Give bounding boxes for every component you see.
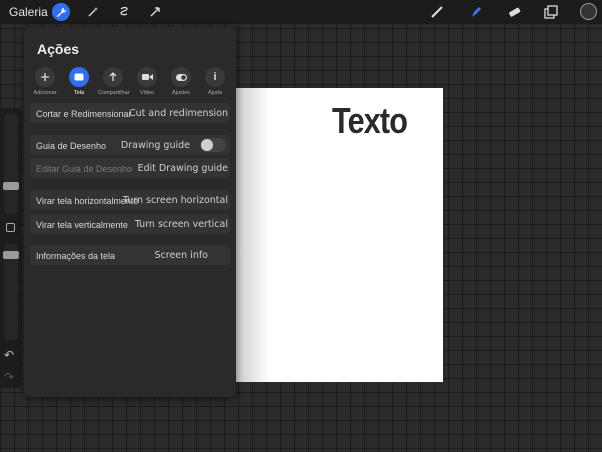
tab-help-label: Ajuda [207,90,223,96]
canvas-info-item[interactable]: Informações da tela Screen info [30,245,230,265]
magic-wand-icon[interactable] [84,3,102,21]
wrench-icon[interactable] [52,3,70,21]
gallery-button[interactable]: Galeria [9,5,48,19]
edit-drawing-guide-annotation: Edit Drawing guide [137,163,228,174]
tab-settings[interactable]: Ajustes [166,67,196,96]
share-icon [103,67,123,87]
panel-title: Ações [37,41,80,57]
color-icon[interactable] [580,3,597,20]
actions-panel: Ações Adicionar Tela Compartilhar Vídeo … [24,27,236,397]
crop-resize-annotation: Cut and redimension [128,108,228,119]
toggle-icon [171,67,191,87]
canvas-text: Texto [332,100,408,141]
tab-share[interactable]: Compartilhar [98,67,130,96]
left-sidebar: ↶ ↷ [0,108,22,388]
video-icon [137,67,157,87]
modify-button[interactable] [6,223,15,232]
tab-canvas[interactable]: Tela [64,67,94,96]
crop-resize-item[interactable]: Cortar e Redimensionar Cut and redimensi… [30,103,230,123]
layers-icon[interactable] [542,3,560,21]
flip-vertical-annotation: Turn screen vertical [134,219,228,230]
canvas-info-label: Informações da tela [36,251,116,261]
drawing-guide-toggle[interactable] [200,138,226,152]
drawing-guide-item[interactable]: Guia de Desenho Drawing guide [30,135,230,155]
tab-video[interactable]: Vídeo [132,67,162,96]
eraser-icon[interactable] [505,3,523,21]
flip-horizontal-item[interactable]: Virar tela horizontalmente Turn screen h… [30,190,230,210]
selection-icon[interactable] [115,3,133,21]
crop-resize-label: Cortar e Redimensionar [36,109,132,119]
flip-horizontal-annotation: Turn screen horizontal [122,195,228,206]
canvas-icon [69,67,89,87]
opacity-handle[interactable] [3,251,19,259]
tab-add[interactable]: Adicionar [30,67,60,96]
tab-canvas-label: Tela [73,90,85,96]
smudge-icon[interactable] [467,3,485,21]
brush-size-slider[interactable] [4,114,18,214]
flip-vertical-item[interactable]: Virar tela verticalmente Turn screen ver… [30,214,230,234]
brush-icon[interactable] [428,3,446,21]
tab-add-label: Adicionar [33,90,57,96]
top-toolbar: Galeria [0,0,602,24]
brush-size-handle[interactable] [3,182,19,190]
redo-icon[interactable]: ↷ [4,370,14,384]
plus-icon [35,67,55,87]
transform-arrow-icon[interactable] [146,3,164,21]
drawing-guide-label: Guia de Desenho [36,141,107,151]
undo-icon[interactable]: ↶ [4,348,14,362]
tab-video-label: Vídeo [139,90,155,96]
flip-vertical-label: Virar tela verticalmente [36,220,128,230]
tab-help[interactable]: i Ajuda [200,67,230,96]
tab-share-label: Compartilhar [98,90,130,96]
edit-drawing-guide-label: Editar Guia de Desenho [36,164,133,174]
drawing-guide-annotation: Drawing guide [120,140,190,151]
canvas-info-annotation: Screen info [154,250,209,261]
tab-settings-label: Ajustes [171,90,191,96]
info-icon: i [205,67,225,87]
edit-drawing-guide-item[interactable]: Editar Guia de Desenho Edit Drawing guid… [30,158,230,178]
